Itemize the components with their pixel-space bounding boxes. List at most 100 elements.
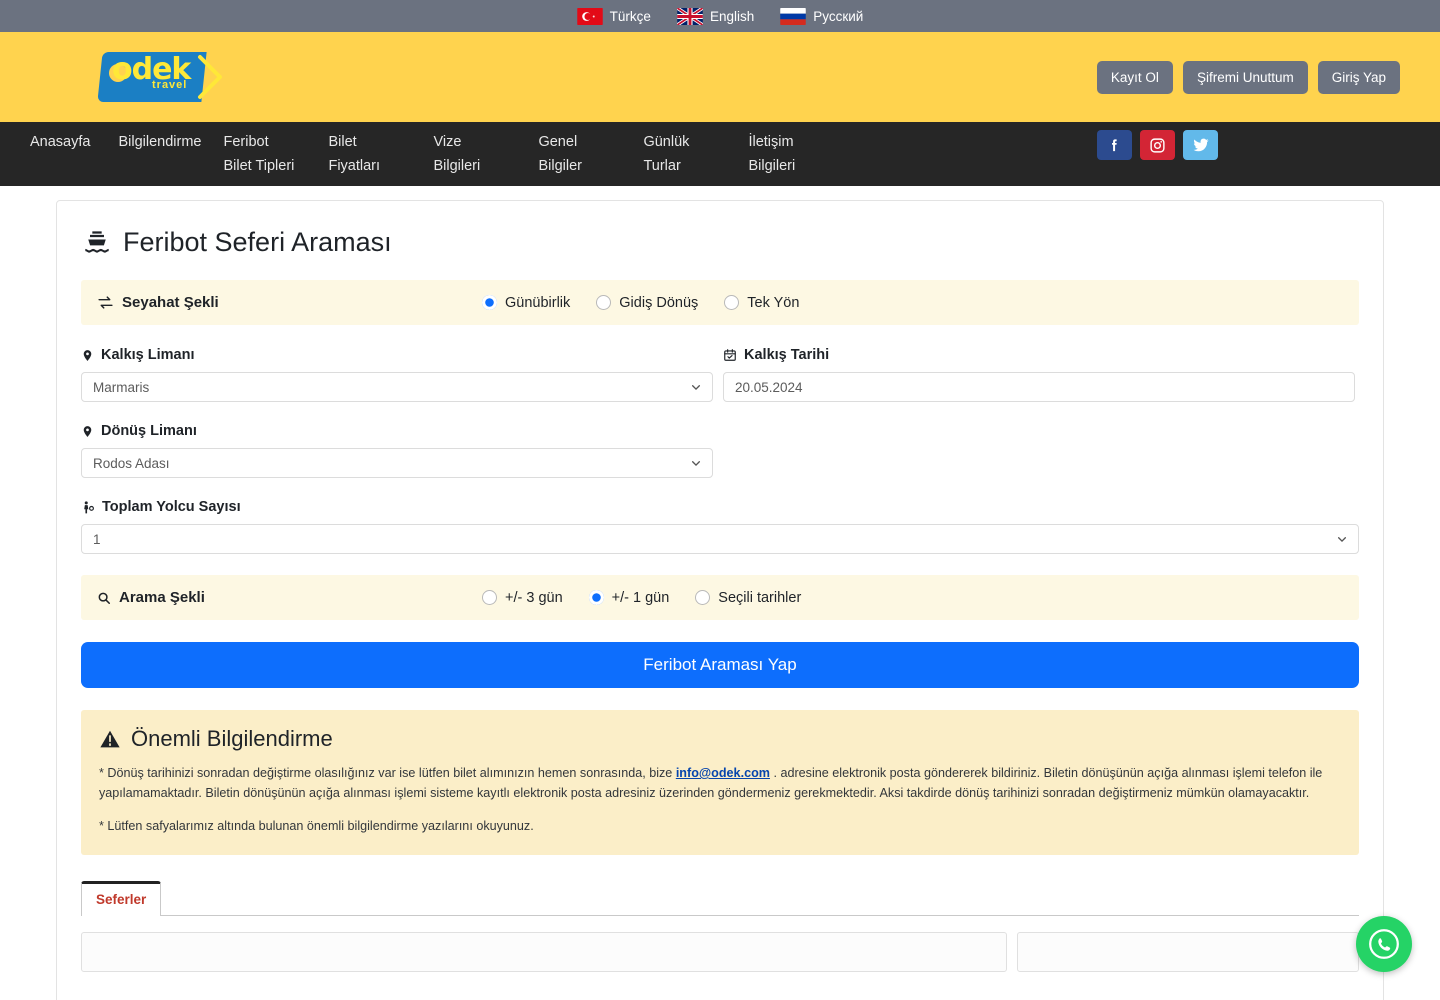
passenger-icon bbox=[81, 500, 95, 515]
search-icon bbox=[97, 591, 111, 605]
departure-port-label-wrap: Kalkış Limanı bbox=[81, 347, 713, 363]
radio-plus-minus-1-day[interactable]: +/- 1 gün bbox=[588, 589, 670, 606]
radio-label: Gidiş Dönüş bbox=[619, 294, 699, 311]
language-label: English bbox=[709, 8, 755, 24]
nav-item-feribot-bilet-tipleri[interactable]: Feribot Bilet Tipleri bbox=[209, 122, 314, 178]
whatsapp-button[interactable] bbox=[1356, 916, 1412, 972]
travel-type-label-wrap: Seyahat Şekli bbox=[97, 294, 482, 311]
language-option-russian[interactable]: Русский bbox=[780, 7, 864, 25]
passenger-count-value: 1 bbox=[93, 531, 101, 547]
nav-item-bilgilendirme[interactable]: Bilgilendirme bbox=[104, 122, 209, 154]
nav-item-bilet-fiyatlari[interactable]: Bilet Fiyatları bbox=[314, 122, 419, 178]
russia-flag-icon bbox=[780, 7, 806, 25]
radio-label: +/- 3 gün bbox=[505, 589, 563, 606]
language-option-turkish[interactable]: Türkçe bbox=[576, 7, 651, 25]
ferry-search-button[interactable]: Feribot Araması Yap bbox=[81, 642, 1359, 688]
language-label: Русский bbox=[813, 8, 864, 24]
important-notice: Önemli Bilgilendirme * Dönüş tarihinizi … bbox=[81, 710, 1359, 855]
nav-item-gunluk-turlar[interactable]: Günlük Turlar bbox=[629, 122, 734, 178]
turkey-flag-icon bbox=[576, 7, 603, 25]
notice-paragraph-1: * Dönüş tarihinizi sonradan değiştirme o… bbox=[99, 764, 1341, 803]
radio-gunubirlik[interactable]: Günübirlik bbox=[482, 295, 570, 311]
results-panel-right bbox=[1017, 931, 1359, 972]
site-logo[interactable]: odek travel bbox=[97, 46, 228, 108]
register-button[interactable]: Kayıt Ol bbox=[1096, 60, 1173, 94]
passenger-count-select[interactable]: 1 bbox=[81, 524, 1359, 554]
language-bar: Türkçe English Русский bbox=[0, 0, 1440, 32]
forgot-password-button[interactable]: Şifremi Unuttum bbox=[1182, 60, 1308, 94]
exchange-icon bbox=[97, 294, 114, 311]
chevron-down-icon bbox=[691, 382, 701, 392]
radio-gidis-donus[interactable]: Gidiş Dönüş bbox=[596, 295, 698, 311]
facebook-icon bbox=[1106, 137, 1123, 154]
instagram-link[interactable] bbox=[1140, 130, 1175, 160]
notice-title: Önemli Bilgilendirme bbox=[131, 726, 333, 751]
departure-date-label-wrap: Kalkış Tarihi bbox=[723, 347, 1355, 363]
main-navigation: Anasayfa Bilgilendirme Feribot Bilet Tip… bbox=[0, 122, 1440, 186]
radio-plus-minus-3-days[interactable]: +/- 3 gün bbox=[482, 590, 563, 606]
results-panels bbox=[81, 931, 1359, 972]
language-option-english[interactable]: English bbox=[676, 7, 755, 25]
page-body: Feribot Seferi Araması Seyahat Şekli Gün… bbox=[0, 186, 1440, 1000]
return-port-label-wrap: Dönüş Limanı bbox=[81, 423, 1359, 439]
notice-title-wrap: Önemli Bilgilendirme bbox=[99, 726, 1341, 752]
search-type-label-wrap: Arama Şekli bbox=[97, 589, 482, 606]
social-links bbox=[1097, 130, 1218, 160]
results-panel-left bbox=[81, 931, 1007, 972]
departure-date-input[interactable]: 20.05.2024 bbox=[723, 372, 1355, 402]
twitter-icon bbox=[1192, 136, 1210, 154]
search-type-label: Arama Şekli bbox=[119, 589, 205, 606]
radio-indicator bbox=[724, 295, 740, 310]
travel-type-label: Seyahat Şekli bbox=[122, 294, 219, 311]
departure-port-label: Kalkış Limanı bbox=[101, 347, 195, 363]
search-card: Feribot Seferi Araması Seyahat Şekli Gün… bbox=[56, 200, 1384, 1000]
twitter-link[interactable] bbox=[1183, 130, 1218, 160]
nav-item-iletisim-bilgileri[interactable]: İletişim Bilgileri bbox=[734, 122, 839, 178]
results-tabs: Seferler bbox=[81, 880, 1359, 916]
email-link[interactable]: info@odek.com bbox=[676, 766, 770, 780]
logo-subtext: travel bbox=[152, 79, 188, 91]
departure-port-group: Kalkış Limanı Marmaris bbox=[81, 347, 713, 402]
radio-tek-yon[interactable]: Tek Yön bbox=[724, 295, 799, 311]
departure-row: Kalkış Limanı Marmaris Kalkış Tarihi 20.… bbox=[81, 347, 1359, 402]
departure-date-value: 20.05.2024 bbox=[735, 379, 803, 395]
calendar-icon bbox=[723, 348, 737, 362]
departure-date-label: Kalkış Tarihi bbox=[744, 347, 830, 363]
nav-item-vize-bilgileri[interactable]: Vize Bilgileri bbox=[419, 122, 524, 178]
radio-label: Tek Yön bbox=[747, 294, 800, 311]
uk-flag-icon bbox=[676, 7, 703, 25]
search-type-options: +/- 3 gün +/- 1 gün Seçili tarihler bbox=[482, 590, 801, 606]
warning-icon bbox=[99, 729, 121, 750]
site-header: odek travel Kayıt Ol Şifremi Unuttum Gir… bbox=[0, 32, 1440, 122]
location-pin-icon bbox=[81, 424, 94, 439]
radio-indicator bbox=[596, 295, 612, 310]
search-type-row: Arama Şekli +/- 3 gün +/- 1 gün Seçili t… bbox=[81, 575, 1359, 620]
notice-paragraph-2: * Lütfen safyalarımız altında bulunan ön… bbox=[99, 819, 534, 834]
nav-item-anasayfa[interactable]: Anasayfa bbox=[30, 122, 104, 154]
passenger-label: Toplam Yolcu Sayısı bbox=[102, 499, 241, 515]
location-pin-icon bbox=[81, 348, 94, 363]
return-port-select[interactable]: Rodos Adası bbox=[81, 448, 713, 478]
chevron-right-icon bbox=[196, 54, 226, 100]
return-port-label: Dönüş Limanı bbox=[101, 423, 197, 439]
radio-indicator bbox=[695, 590, 711, 605]
departure-port-value: Marmaris bbox=[93, 379, 150, 395]
whatsapp-icon bbox=[1366, 926, 1402, 962]
login-button[interactable]: Giriş Yap bbox=[1317, 60, 1400, 94]
facebook-link[interactable] bbox=[1097, 130, 1132, 160]
radio-label: Seçili tarihler bbox=[718, 589, 802, 606]
radio-label: +/- 1 gün bbox=[611, 589, 670, 606]
passenger-label-wrap: Toplam Yolcu Sayısı bbox=[81, 499, 1359, 515]
language-label: Türkçe bbox=[609, 8, 651, 24]
radio-label: Günübirlik bbox=[505, 294, 571, 311]
departure-port-select[interactable]: Marmaris bbox=[81, 372, 713, 402]
instagram-icon bbox=[1149, 137, 1166, 154]
departure-date-group: Kalkış Tarihi 20.05.2024 bbox=[723, 347, 1355, 402]
radio-indicator bbox=[588, 590, 604, 605]
tab-seferler[interactable]: Seferler bbox=[81, 880, 162, 916]
nav-item-genel-bilgiler[interactable]: Genel Bilgiler bbox=[524, 122, 629, 178]
radio-indicator bbox=[482, 295, 497, 310]
radio-selected-dates[interactable]: Seçili tarihler bbox=[695, 590, 801, 606]
chevron-down-icon bbox=[691, 458, 701, 468]
travel-type-options: Günübirlik Gidiş Dönüş Tek Yön bbox=[482, 295, 799, 311]
